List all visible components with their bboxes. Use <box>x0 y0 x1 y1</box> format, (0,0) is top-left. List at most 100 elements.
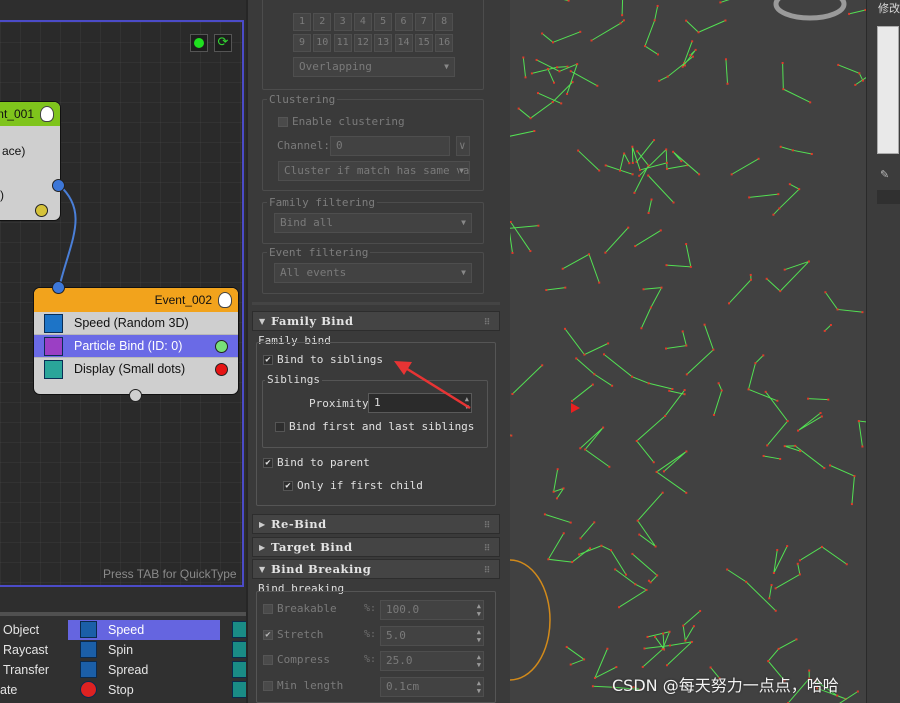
bind-first-last-checkbox[interactable]: Bind first and last siblings <box>275 420 474 434</box>
bind-to-parent-checkbox[interactable]: ✔ Bind to parent <box>263 456 370 470</box>
depot-item-speed[interactable]: Speed <box>108 620 144 640</box>
pin-icon[interactable]: ✎ <box>880 168 889 181</box>
depot-item-transfer[interactable]: Transfer <box>3 660 49 680</box>
operator-speed[interactable]: Speed (Random 3D) <box>34 312 238 335</box>
spinner-arrows-icon[interactable]: ▲ ▼ <box>477 653 481 669</box>
bulb-icon[interactable] <box>218 292 232 308</box>
spinner-arrows-icon[interactable]: ▲ ▼ <box>477 679 481 695</box>
event-filtering-dropdown[interactable]: All events ▼ <box>274 263 472 283</box>
depot-item-raycast[interactable]: Raycast <box>3 640 48 660</box>
particle-line <box>829 464 855 505</box>
particle-dot <box>671 388 674 391</box>
rebind-rollout[interactable]: ▶ Re-Bind ⠿ <box>252 514 500 534</box>
event-002-output-port[interactable] <box>129 389 142 402</box>
particle-dot <box>553 81 556 84</box>
particle-dot <box>796 562 799 565</box>
group-button-2[interactable]: 2 <box>313 13 332 31</box>
cluster-mode-dropdown[interactable]: Cluster if match has same val ▼ <box>278 161 470 181</box>
particle-dot <box>774 609 777 612</box>
event-002-header[interactable]: Event_002 <box>34 288 238 312</box>
particle-dot <box>665 161 668 164</box>
bulb-icon[interactable] <box>40 106 54 122</box>
particle-line <box>563 0 569 2</box>
particle-dot <box>640 327 643 330</box>
event-001-output-port[interactable] <box>52 179 65 192</box>
viewcube-icon[interactable] <box>773 0 847 21</box>
overlapping-dropdown[interactable]: Overlapping ▼ <box>293 57 455 77</box>
group-button-6[interactable]: 6 <box>394 13 413 31</box>
event-002-node[interactable]: Event_002 Speed (Random 3D) Particle Bin… <box>34 288 238 394</box>
group-button-14[interactable]: 14 <box>394 34 413 52</box>
bind-breaking-spinner[interactable]: 25.0 ▲ ▼ <box>380 651 484 671</box>
bind-breaking-checkbox[interactable]: ✔ Stretch <box>263 628 323 642</box>
particle-dot <box>656 574 659 577</box>
group-button-12[interactable]: 12 <box>353 34 372 52</box>
grip-icon: ⠿ <box>483 521 491 531</box>
particle-dot <box>578 553 581 556</box>
collapse-triangle-icon: ▼ <box>259 564 266 574</box>
group-button-3[interactable]: 3 <box>333 13 352 31</box>
modifier-list[interactable] <box>877 26 899 154</box>
bind-breaking-spinner[interactable]: 100.0 ▲ ▼ <box>380 600 484 620</box>
depot-item-spin[interactable]: Spin <box>108 640 133 660</box>
particle-dot <box>614 568 617 571</box>
checkbox-label: Compress <box>277 653 330 666</box>
bind-breaking-checkbox[interactable]: Compress <box>263 653 330 667</box>
family-filtering-dropdown[interactable]: Bind all ▼ <box>274 213 472 233</box>
group-button-10[interactable]: 10 <box>313 34 332 52</box>
group-button-4[interactable]: 4 <box>353 13 372 31</box>
depot-scrollbar[interactable] <box>0 612 246 616</box>
group-button-13[interactable]: 13 <box>374 34 393 52</box>
group-button-7[interactable]: 7 <box>414 13 433 31</box>
channel-field[interactable]: 0 <box>330 136 450 156</box>
group-button-11[interactable]: 11 <box>333 34 352 52</box>
particle-graph[interactable]: ⟳ ent_001 ace) ) Event_002 Speed (Random <box>0 20 244 587</box>
target-bind-rollout[interactable]: ▶ Target Bind ⠿ <box>252 537 500 557</box>
bind-breaking-checkbox[interactable]: Breakable <box>263 602 337 616</box>
particle-dot <box>777 193 780 196</box>
group-button-5[interactable]: 5 <box>374 13 393 31</box>
bind-to-siblings-checkbox[interactable]: ✔ Bind to siblings <box>263 353 383 367</box>
viewport-3d[interactable] <box>510 0 866 703</box>
depot-item-ate[interactable]: ate <box>0 680 17 700</box>
proximity-spinner[interactable]: 1 ▲ ▼ <box>368 393 472 413</box>
particle-dot <box>854 83 857 86</box>
group-button-9[interactable]: 9 <box>293 34 311 52</box>
bind-breaking-spinner[interactable]: 5.0 ▲ ▼ <box>380 625 484 646</box>
modify-tab-title[interactable]: 修改 <box>878 0 900 16</box>
only-first-child-checkbox[interactable]: ✔ Only if first child <box>283 479 423 493</box>
bind-breaking-spinner[interactable]: 0.1cm ▲ ▼ <box>380 676 484 697</box>
spinner-arrows-icon[interactable]: ▲ ▼ <box>477 602 481 618</box>
event-001-yellow-port[interactable] <box>35 204 48 217</box>
particle-line <box>848 9 866 15</box>
overlapping-value: Overlapping <box>299 60 372 73</box>
depot-item-object[interactable]: Object <box>3 620 39 640</box>
bind-breaking-rollout[interactable]: ▼ Bind Breaking ⠿ <box>252 559 500 579</box>
particle-dot <box>552 490 555 493</box>
depot-item-stop[interactable]: Stop <box>108 680 134 700</box>
group-button-1[interactable]: 1 <box>293 13 311 31</box>
particle-dot <box>510 220 512 223</box>
event-002-input-port[interactable] <box>52 281 65 294</box>
display-port[interactable] <box>215 363 228 376</box>
particle-dot <box>565 645 568 648</box>
spinner-arrows-icon[interactable]: ▲ ▼ <box>477 628 481 644</box>
stack-toolbar[interactable] <box>877 190 900 204</box>
event-001-node[interactable]: ent_001 ace) ) <box>0 102 60 220</box>
collapse-triangle-icon: ▼ <box>259 316 266 326</box>
group-button-16[interactable]: 16 <box>435 34 454 52</box>
particle-dot <box>556 468 559 471</box>
operator-particle-bind[interactable]: Particle Bind (ID: 0) <box>34 335 238 358</box>
bind-breaking-checkbox[interactable]: Min length <box>263 679 343 693</box>
spinner-arrows-icon[interactable]: ▲ ▼ <box>465 395 469 411</box>
enable-clustering-checkbox[interactable]: Enable clustering <box>278 115 405 129</box>
channel-spinner[interactable]: ∨ <box>456 136 470 156</box>
particle-bind-port[interactable] <box>215 340 228 353</box>
group-button-15[interactable]: 15 <box>414 34 433 52</box>
group-button-8[interactable]: 8 <box>435 13 454 31</box>
depot-item-spread[interactable]: Spread <box>108 660 148 680</box>
particle-dot <box>547 558 550 561</box>
operator-display[interactable]: Display (Small dots) <box>34 358 238 381</box>
event-001-header[interactable]: ent_001 <box>0 102 60 126</box>
family-bind-rollout[interactable]: ▼ Family Bind ⠿ <box>252 311 500 331</box>
